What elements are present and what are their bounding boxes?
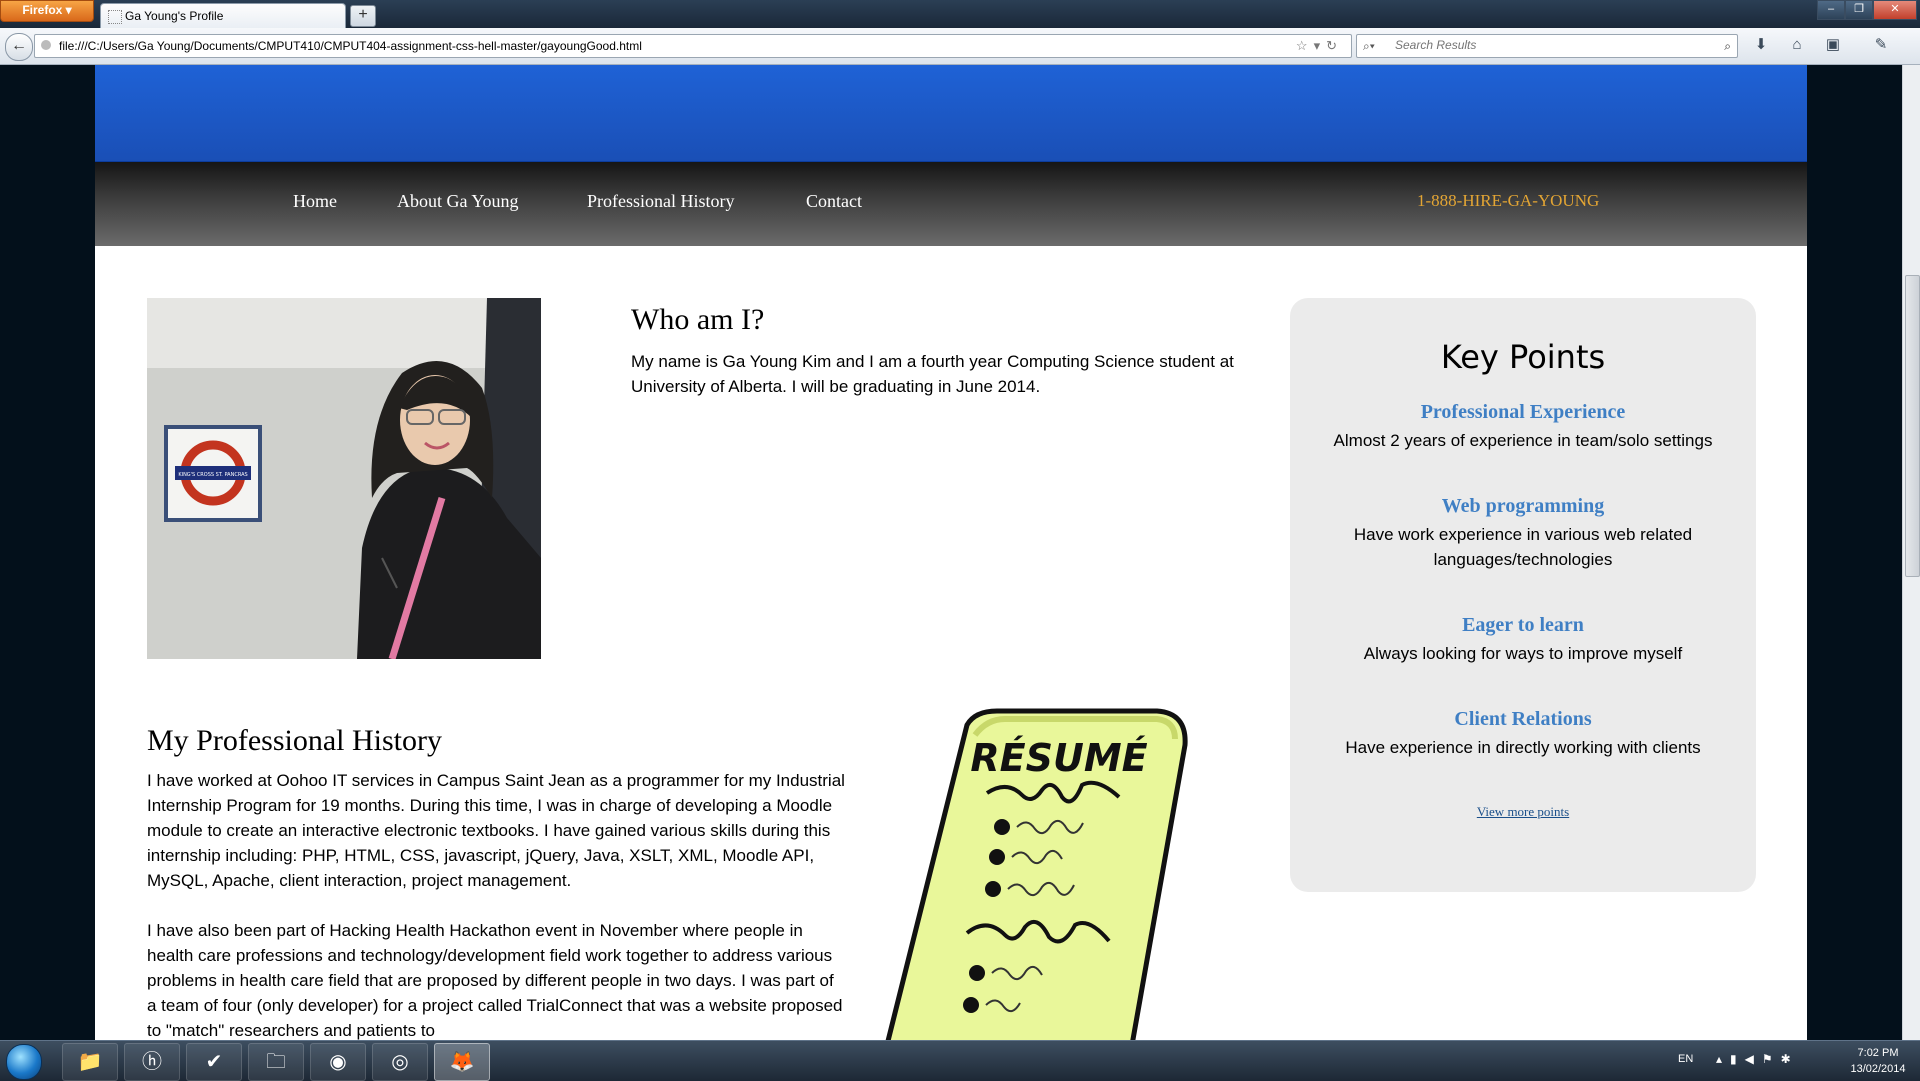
downloads-icon[interactable]: ⬇ bbox=[1750, 34, 1772, 56]
page-viewport: Home About Ga Young Professional History… bbox=[0, 65, 1902, 1040]
clock-time[interactable]: 7:02 PM bbox=[1838, 1047, 1918, 1059]
key-point-body: Have work experience in various web rela… bbox=[1353, 525, 1693, 569]
search-input[interactable] bbox=[1393, 37, 1697, 53]
explorer-icon[interactable]: 📁 bbox=[62, 1043, 118, 1081]
nav-home[interactable]: Home bbox=[293, 191, 337, 212]
history-dropdown-icon[interactable]: ▾ bbox=[1314, 38, 1327, 53]
who-am-i-text: My name is Ga Young Kim and I am a fourt… bbox=[631, 352, 1234, 396]
header-banner bbox=[95, 65, 1807, 163]
action-center-icon[interactable]: ⚑ bbox=[1762, 1052, 1781, 1066]
close-window-button[interactable]: ✕ bbox=[1873, 0, 1917, 20]
bluetooth-icon[interactable]: ✱ bbox=[1781, 1052, 1799, 1066]
firefox-menu-button[interactable]: Firefox ▾ bbox=[0, 0, 94, 22]
nav-about[interactable]: About Ga Young bbox=[397, 191, 519, 212]
tab-title: Ga Young's Profile bbox=[125, 9, 224, 23]
page-favicon-icon bbox=[108, 10, 122, 24]
key-point-body: Almost 2 years of experience in team/sol… bbox=[1333, 431, 1713, 450]
hp-icon[interactable]: ⓗ bbox=[124, 1043, 180, 1081]
scrollbar-thumb[interactable] bbox=[1905, 275, 1920, 577]
search-bar[interactable]: ⌕▾ ⌕ bbox=[1356, 34, 1738, 58]
clock-date[interactable]: 13/02/2014 bbox=[1838, 1063, 1918, 1075]
firefox-icon[interactable]: 🦊 bbox=[434, 1043, 490, 1081]
page-container: Home About Ga Young Professional History… bbox=[95, 65, 1807, 1040]
reload-icon[interactable]: ↻ bbox=[1326, 38, 1343, 53]
minimize-button[interactable]: – bbox=[1817, 0, 1845, 20]
nav-contact[interactable]: Contact bbox=[806, 191, 862, 212]
page-info-icon[interactable] bbox=[41, 40, 51, 50]
folder-icon[interactable]: 🗀 bbox=[248, 1043, 304, 1081]
task-check-icon[interactable]: ✔ bbox=[186, 1043, 242, 1081]
key-point-body: Have experience in directly working with… bbox=[1345, 738, 1701, 757]
screenshot-icon[interactable]: ▣ bbox=[1822, 34, 1844, 56]
history-paragraph-2: I have also been part of Hacking Health … bbox=[147, 921, 843, 1040]
search-engine-icon[interactable]: ⌕▾ bbox=[1363, 35, 1375, 57]
network-icon[interactable]: ▮ bbox=[1730, 1052, 1745, 1066]
history-paragraph-1: I have worked at Oohoo IT services in Ca… bbox=[147, 771, 845, 890]
key-point-body: Always looking for ways to improve mysel… bbox=[1363, 644, 1683, 663]
eclipse-icon[interactable]: ◎ bbox=[372, 1043, 428, 1081]
start-button[interactable] bbox=[6, 1044, 42, 1080]
search-go-icon[interactable]: ⌕ bbox=[1724, 35, 1731, 57]
addons-icon[interactable]: ✎ bbox=[1870, 34, 1892, 56]
title-bar: Firefox ▾ Ga Young's Profile + – ❐ ✕ bbox=[0, 0, 1920, 29]
who-am-i-heading: Who am I? bbox=[631, 303, 765, 336]
navigation-toolbar: ← file:///C:/Users/Ga Young/Documents/CM… bbox=[0, 28, 1920, 65]
restore-button[interactable]: ❐ bbox=[1845, 0, 1873, 20]
back-arrow-icon: ← bbox=[11, 37, 27, 54]
key-point-heading: Client Relations bbox=[1454, 708, 1592, 730]
view-more-points-link[interactable]: View more points bbox=[1290, 804, 1756, 820]
professional-history-heading: My Professional History bbox=[147, 724, 442, 757]
tab-profile[interactable]: Ga Young's Profile bbox=[100, 3, 346, 29]
key-point-heading: Professional Experience bbox=[1420, 401, 1626, 423]
address-bar[interactable]: file:///C:/Users/Ga Young/Documents/CMPU… bbox=[34, 34, 1352, 58]
firefox-menu-label: Firefox bbox=[22, 3, 63, 17]
key-points-title: Key Points bbox=[1440, 338, 1606, 376]
new-tab-button[interactable]: + bbox=[350, 5, 376, 27]
profile-photo: KING'S CROSS ST. PANCRAS bbox=[147, 298, 541, 659]
back-button[interactable]: ← bbox=[5, 33, 33, 61]
bookmark-star-icon[interactable]: ☆ bbox=[1296, 38, 1314, 53]
resume-illustration: RÉSUMÉ bbox=[857, 705, 1277, 1040]
key-point-heading: Web programming bbox=[1441, 495, 1605, 517]
home-icon[interactable]: ⌂ bbox=[1786, 34, 1808, 56]
nav-professional-history[interactable]: Professional History bbox=[587, 191, 735, 212]
sign-text: KING'S CROSS ST. PANCRAS bbox=[178, 472, 247, 478]
chrome-icon[interactable]: ◉ bbox=[310, 1043, 366, 1081]
taskbar: 📁 ⓗ ✔ 🗀 ◉ ◎ 🦊 EN ▴▮◀⚑✱ 7:02 PM 13/02/201… bbox=[0, 1040, 1920, 1081]
url-text: file:///C:/Users/Ga Young/Documents/CMPU… bbox=[59, 39, 642, 53]
resume-text: RÉSUMÉ bbox=[970, 736, 1147, 780]
key-points-panel: Key Points Professional Experience Almos… bbox=[1290, 298, 1756, 892]
volume-icon[interactable]: ◀ bbox=[1745, 1052, 1762, 1066]
system-tray: EN ▴▮◀⚑✱ 7:02 PM 13/02/2014 bbox=[1660, 1041, 1920, 1081]
tray-expand-icon[interactable]: ▴ bbox=[1716, 1052, 1730, 1066]
main-navigation: Home About Ga Young Professional History… bbox=[95, 162, 1807, 246]
key-point-heading: Eager to learn bbox=[1462, 614, 1584, 636]
phone-number: 1-888-HIRE-GA-YOUNG bbox=[1417, 191, 1600, 210]
language-indicator[interactable]: EN bbox=[1678, 1053, 1693, 1065]
vertical-scrollbar[interactable] bbox=[1902, 65, 1920, 1040]
